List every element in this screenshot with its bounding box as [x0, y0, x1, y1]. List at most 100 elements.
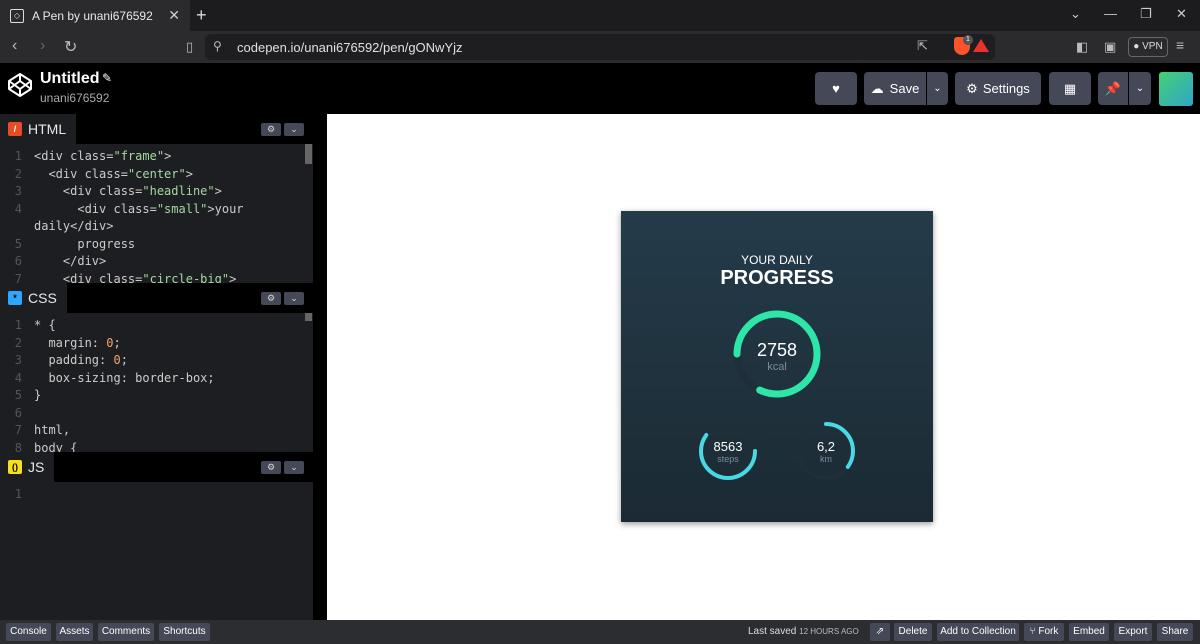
km-value: 6,2 [816, 439, 836, 454]
vpn-label: VPN [1142, 41, 1163, 52]
codepen-logo-icon[interactable] [6, 71, 34, 99]
line-number: 4 [14, 370, 22, 385]
restore-icon[interactable]: ❐ [1140, 6, 1152, 22]
fork-button[interactable]: ⑂ Fork [1024, 623, 1064, 641]
heart-icon: ♥ [832, 81, 840, 96]
preview-pane[interactable]: YOUR DAILY PROGRESS 2758 kcal 8563 steps… [313, 114, 1200, 620]
code-text: body { [34, 440, 78, 453]
progress-card: YOUR DAILY PROGRESS 2758 kcal 8563 steps… [621, 211, 933, 522]
html-scrollbar[interactable] [305, 144, 312, 164]
console-button[interactable]: Console [6, 623, 51, 641]
last-saved-time: 12 HOURS AGO [799, 627, 859, 636]
settings-button[interactable]: ⚙ Settings [955, 72, 1041, 105]
code-line[interactable]: 6 </div> [0, 253, 313, 271]
delete-button[interactable]: Delete [894, 623, 932, 641]
css-code-editor[interactable]: 1 * {2 margin: 0; 3 padding: 0; 4 box-sizin… [0, 317, 313, 452]
back-icon[interactable]: ‹ [12, 37, 17, 55]
last-saved-label: Last saved 12 HOURS AGO [748, 626, 859, 637]
css-scrollbar[interactable] [305, 313, 312, 321]
heart-button[interactable]: ♥ [815, 72, 857, 105]
share-button[interactable]: Share [1157, 623, 1193, 641]
site-settings-icon[interactable]: ⚲ [213, 39, 222, 53]
css-collapse-icon[interactable]: ⌄ [284, 292, 304, 305]
code-line[interactable]: 8 body { [0, 440, 313, 453]
browser-toolbar: ‹ › ↻ ▯ ⚲ codepen.io/unani676592/pen/gON… [0, 31, 1200, 63]
brave-rewards-icon[interactable] [973, 39, 989, 52]
wallet-icon[interactable]: ▣ [1104, 39, 1116, 55]
comments-button[interactable]: Comments [98, 623, 154, 641]
close-tab-icon[interactable]: ✕ [168, 7, 180, 24]
code-line[interactable]: 2 <div class="center"> [0, 166, 313, 184]
code-line[interactable]: 7 <div class="circle-big"> [0, 271, 313, 284]
pin-dropdown-button[interactable]: ⌄ [1129, 72, 1151, 105]
css-tab[interactable]: * CSS [0, 283, 67, 313]
browser-tab[interactable]: ◇ A Pen by unani676592 ✕ [0, 0, 190, 31]
html-tab-label: HTML [28, 121, 67, 137]
sidebar-icon[interactable]: ◧ [1076, 39, 1088, 55]
code-text: margin: 0; [34, 335, 121, 350]
pin-button[interactable]: 📌 [1098, 72, 1128, 105]
code-text: <div class="small">your [34, 201, 244, 216]
add-to-collection-button[interactable]: Add to Collection [937, 623, 1019, 641]
css-tab-label: CSS [28, 290, 57, 306]
js-settings-icon[interactable]: ⚙ [261, 461, 281, 474]
share-icon[interactable]: ⇱ [917, 38, 928, 54]
user-avatar[interactable] [1159, 72, 1193, 106]
embed-button[interactable]: Embed [1069, 623, 1109, 641]
window-close-icon[interactable]: ✕ [1176, 6, 1187, 22]
address-bar[interactable]: ⚲ codepen.io/unani676592/pen/gONwYjz ⇱ [205, 34, 995, 60]
code-line[interactable]: 4 box-sizing: border-box; [0, 370, 313, 388]
code-line[interactable]: 4 <div class="small">your [0, 201, 313, 219]
code-line[interactable]: 1 <div class="frame"> [0, 148, 313, 166]
code-line[interactable]: 5} [0, 387, 313, 405]
html-settings-icon[interactable]: ⚙ [261, 123, 281, 136]
reload-icon[interactable]: ↻ [64, 37, 77, 57]
code-line[interactable]: 1 * { [0, 317, 313, 335]
html-collapse-icon[interactable]: ⌄ [284, 123, 304, 136]
codepen-header: Untitled ✎ unani676592 ♥ ☁ Save ⌄ ⚙ Sett… [0, 63, 1200, 114]
save-dropdown-button[interactable]: ⌄ [927, 72, 948, 105]
line-number: 7 [14, 271, 22, 284]
line-number: 5 [14, 388, 22, 402]
code-line[interactable]: 7 html, [0, 422, 313, 440]
bookmark-icon[interactable]: ▯ [186, 39, 193, 55]
html-panel-header: / HTML ⚙ ⌄ [0, 114, 313, 144]
brave-shields-count: 1 [963, 35, 973, 45]
assets-button[interactable]: Assets [56, 623, 93, 641]
code-line[interactable]: 5 progress [0, 236, 313, 254]
html-tab[interactable]: / HTML [0, 114, 77, 144]
vpn-button[interactable]: ● VPN [1128, 37, 1168, 57]
tab-search-chevron-icon[interactable]: ⌄ [1070, 6, 1081, 22]
pen-username[interactable]: unani676592 [40, 91, 109, 105]
line-number: 2 [14, 166, 22, 181]
code-line[interactable]: 6 [0, 405, 313, 423]
change-view-button[interactable]: ▦ [1049, 72, 1091, 105]
code-line[interactable]: 2 margin: 0; [0, 335, 313, 353]
edit-title-icon[interactable]: ✎ [102, 71, 112, 85]
js-tab[interactable]: () JS [0, 452, 55, 482]
code-text: <div class="headline"> [34, 184, 222, 198]
code-line[interactable]: daily</div> [0, 218, 313, 236]
pen-title[interactable]: Untitled [40, 70, 100, 88]
codepen-favicon-icon: ◇ [10, 8, 24, 23]
js-code-editor[interactable]: 1 [0, 486, 313, 616]
code-line[interactable]: 1 [0, 486, 313, 504]
shortcuts-button[interactable]: Shortcuts [159, 623, 210, 641]
minimize-icon[interactable]: — [1104, 6, 1117, 21]
html-code-editor[interactable]: 1 <div class="frame"> 2 <div class="center… [0, 148, 313, 283]
code-line[interactable]: 3 <div class="headline"> [0, 183, 313, 201]
forward-icon[interactable]: › [40, 37, 45, 55]
code-line[interactable]: 3 padding: 0; [0, 352, 313, 370]
menu-icon[interactable]: ≡ [1176, 37, 1184, 53]
export-button[interactable]: Export [1114, 623, 1152, 641]
open-new-window-button[interactable]: ⇗ [870, 623, 890, 641]
code-text: } [34, 388, 42, 402]
save-button[interactable]: ☁ Save [864, 72, 926, 105]
css-lang-icon: * [8, 291, 22, 305]
css-settings-icon[interactable]: ⚙ [261, 292, 281, 305]
code-text: padding: 0; [34, 353, 128, 367]
js-collapse-icon[interactable]: ⌄ [284, 461, 304, 474]
line-number: 4 [14, 201, 22, 216]
new-tab-icon[interactable]: + [196, 5, 207, 26]
kcal-value: 2758 [756, 340, 798, 360]
